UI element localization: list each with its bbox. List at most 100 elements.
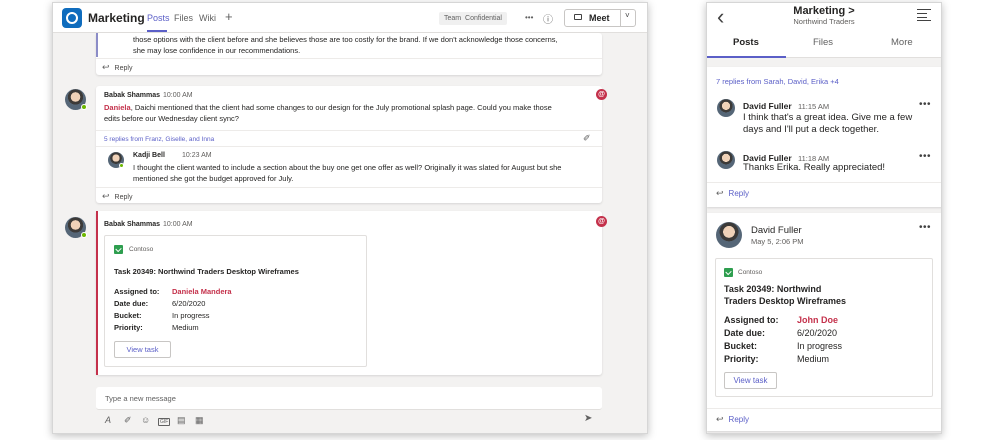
field-label: Assigned to: (114, 287, 160, 296)
meet-divider (620, 10, 621, 26)
attachment-icon[interactable]: ✐ (583, 133, 591, 144)
reply-button[interactable]: ↩ Reply (102, 191, 132, 202)
field-value: 6/20/2020 (172, 299, 206, 308)
presence-available-icon (81, 232, 87, 238)
author-name[interactable]: David Fuller (743, 101, 792, 111)
mention[interactable]: Daniela (104, 103, 131, 112)
task-title: Task 20349: Northwind (724, 284, 822, 294)
timestamp: 10:00 AM (163, 221, 193, 228)
view-task-button[interactable]: View task (114, 341, 171, 358)
thread-card: 7 replies from Sarah, David, Erika +4 Da… (707, 67, 941, 207)
team-logo-icon (62, 8, 82, 28)
avatar[interactable] (716, 222, 742, 248)
more-options-icon[interactable]: ••• (525, 13, 533, 22)
tab-wiki[interactable]: Wiki (199, 13, 216, 23)
timestamp: 10:23 AM (182, 152, 212, 159)
field-value: In progress (797, 341, 843, 351)
message-text: edits before our Wednesday client sync? (104, 114, 239, 123)
message-text: Thanks Erika. Really appreciated! (743, 162, 886, 173)
compose-box[interactable]: Type a new message (96, 387, 602, 410)
author-name[interactable]: Babak Shammas (104, 92, 160, 99)
divider (96, 130, 602, 131)
video-camera-icon (574, 14, 582, 20)
post-card: Babak Shammas 10:00 AM Daniela, Daichi m… (96, 86, 602, 203)
emoji-icon[interactable]: ☺ (141, 415, 150, 425)
timestamp: 11:15 AM (798, 102, 830, 111)
task-title: Traders Desktop Wireframes (724, 296, 846, 306)
reply-button[interactable]: ↩ Reply (102, 62, 132, 73)
app-name: Contoso (738, 269, 763, 276)
message-text: I think that's a great idea. Give me a f… (743, 112, 913, 123)
reply-icon: ↩ (102, 191, 110, 201)
schedule-meeting-icon[interactable]: ▦ (195, 415, 204, 426)
confidential-label: Confidential (465, 15, 502, 22)
message-text: mentioned she got the budget approved fo… (133, 174, 294, 183)
format-icon[interactable]: A (105, 415, 111, 425)
assignee-value[interactable]: Daniela Mandera (172, 287, 232, 296)
tab-posts[interactable]: Posts (733, 37, 759, 48)
tab-files[interactable]: Files (174, 13, 193, 23)
view-task-button[interactable]: View task (724, 372, 777, 389)
avatar[interactable] (717, 151, 735, 169)
more-options-icon[interactable]: ••• (919, 151, 931, 162)
tab-posts[interactable]: Posts (147, 13, 170, 23)
reply-label: Reply (728, 415, 749, 424)
divider (96, 58, 602, 59)
field-label: Priority: (114, 323, 143, 332)
field-value: In progress (172, 311, 210, 320)
tab-more[interactable]: More (891, 37, 913, 48)
avatar[interactable] (717, 99, 735, 117)
mobile-header: ‹ Marketing > Northwind Traders Posts Fi… (707, 3, 941, 58)
channel-title[interactable]: Marketing > (707, 5, 941, 17)
field-label: Bucket: (114, 311, 142, 320)
send-icon[interactable]: ➤ (584, 413, 592, 424)
sensitivity-label[interactable]: Team Confidential (439, 12, 507, 25)
field-value: Medium (172, 323, 199, 332)
sticker-icon[interactable]: ▤ (177, 415, 186, 426)
reply-icon: ↩ (102, 62, 110, 72)
contoso-logo-icon (114, 245, 123, 254)
app-name: Contoso (129, 246, 154, 253)
tab-files[interactable]: Files (813, 37, 833, 48)
more-options-icon[interactable]: ••• (919, 99, 931, 110)
previous-post-card: those options with the client before and… (96, 33, 602, 75)
mobile-teams-window: ‹ Marketing > Northwind Traders Posts Fi… (706, 2, 942, 434)
meet-button[interactable]: Meet ˅ (564, 9, 636, 27)
field-value: Medium (797, 354, 830, 364)
replies-summary-link[interactable]: 5 replies from Franz, Giselle, and Inna (104, 136, 214, 143)
author-name[interactable]: Babak Shammas (104, 221, 160, 228)
reply-button[interactable]: ↩ Reply (716, 188, 749, 199)
channel-title: Marketing (88, 11, 145, 25)
field-value: 6/20/2020 (797, 328, 838, 338)
author-name[interactable]: Kadji Bell (133, 152, 165, 159)
message-text: Daniela, Daichi mentioned that the clien… (104, 103, 552, 112)
message-text: days and I'll put a deck together. (743, 124, 879, 135)
gif-icon[interactable]: GIF (158, 418, 171, 426)
info-icon[interactable]: ⓘ (543, 11, 553, 26)
active-tab-indicator (147, 30, 167, 32)
reply-label: Reply (728, 189, 749, 198)
field-label: Priority: (724, 354, 759, 364)
active-tab-indicator (707, 56, 786, 58)
reply-label: Reply (114, 194, 133, 201)
important-accent-bar (96, 211, 98, 375)
divider (96, 146, 602, 147)
team-label: Team (444, 15, 462, 22)
post-card: Babak Shammas 10:00 AM Contoso Task 2034… (96, 211, 602, 375)
message-text: she may lose confidence in our recommend… (133, 46, 301, 55)
presence-available-icon (81, 104, 87, 110)
channel-menu-icon[interactable] (917, 8, 931, 21)
chevron-down-icon[interactable]: ˅ (625, 11, 630, 20)
assignee-value[interactable]: John Doe (797, 315, 838, 325)
author-name[interactable]: David Fuller (751, 225, 802, 236)
divider (707, 182, 941, 183)
add-tab-icon[interactable]: + (225, 9, 233, 24)
attach-icon[interactable]: ✐ (124, 415, 132, 426)
reply-button[interactable]: ↩ Reply (716, 414, 749, 425)
replies-summary-link[interactable]: 7 replies from Sarah, David, Erika +4 (716, 77, 839, 86)
meet-label: Meet (589, 13, 610, 23)
compose-placeholder: Type a new message (105, 394, 176, 403)
timestamp: 10:00 AM (163, 92, 193, 99)
message-text: I thought the client wanted to include a… (133, 163, 562, 172)
more-options-icon[interactable]: ••• (919, 222, 931, 233)
